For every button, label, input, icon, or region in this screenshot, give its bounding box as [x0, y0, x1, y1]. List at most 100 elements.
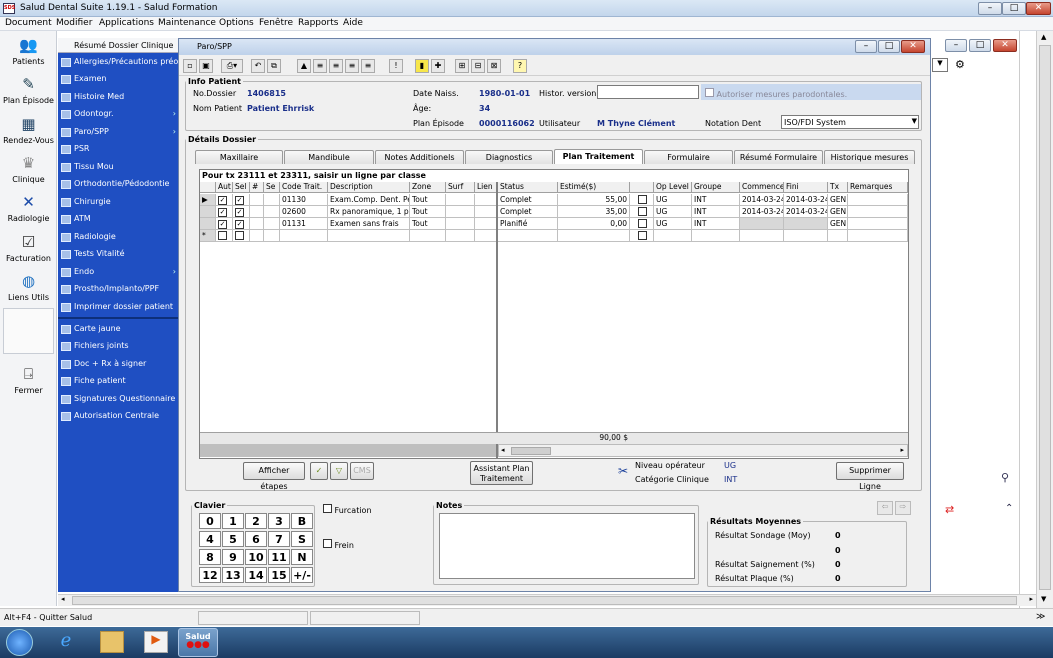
tx-cell[interactable]: GEN — [828, 218, 848, 230]
row-marker[interactable]: * — [200, 230, 216, 242]
keypad-key[interactable]: S — [291, 531, 313, 547]
nav-tests-vitalite[interactable]: Tests Vitalité — [58, 246, 178, 263]
keypad-key[interactable]: 1 — [222, 513, 244, 529]
keypad-key[interactable]: 8 — [199, 549, 221, 565]
nav-paro-spp[interactable]: Paro/SPP › — [58, 124, 178, 141]
menu-aide[interactable]: Aide — [343, 18, 363, 28]
menu-document[interactable]: Document — [5, 18, 52, 28]
search-icon[interactable]: ⚲ — [1001, 471, 1009, 484]
copy-icon[interactable]: ⧉ — [267, 59, 281, 73]
print-icon[interactable]: ⎙▾ — [221, 59, 243, 73]
op-level-cell[interactable]: UG — [654, 206, 692, 218]
zone-cell[interactable]: Tout — [410, 218, 446, 230]
nav-orthodontie[interactable]: Orthodontie/Pédodontie — [58, 176, 178, 193]
filter-button[interactable]: ▽ — [330, 462, 348, 480]
keypad-key[interactable]: 15 — [268, 567, 290, 583]
afficher-etapes-button[interactable]: Afficher étapes — [243, 462, 305, 491]
keypad-key[interactable]: 3 — [268, 513, 290, 529]
status-cell[interactable] — [498, 230, 558, 242]
remarques-cell[interactable] — [848, 194, 908, 206]
right-scrollbar[interactable]: ◂ ▸ — [498, 444, 908, 457]
flag-checkbox[interactable] — [630, 218, 654, 230]
tab-maxillaire[interactable]: Maxillaire — [195, 150, 283, 164]
code-cell[interactable]: 01131 — [280, 218, 328, 230]
status-cell[interactable]: Complet — [498, 194, 558, 206]
surf-cell[interactable] — [446, 194, 475, 206]
launcher-facturation[interactable]: ☑ Facturation — [0, 232, 57, 263]
supprimer-ligne-button[interactable]: Supprimer Ligne — [836, 462, 904, 491]
op-level-cell[interactable] — [654, 230, 692, 242]
zone-cell[interactable]: Tout — [410, 206, 446, 218]
keypad-key[interactable]: 4 — [199, 531, 221, 547]
taskbar-salud-button[interactable]: Salud ●●● — [178, 628, 218, 657]
nav-prostho[interactable]: Prostho/Implanto/PPF — [58, 281, 178, 298]
tx-cell[interactable] — [828, 230, 848, 242]
bg-tool-icon[interactable]: ⚙ — [955, 58, 965, 71]
groupe-cell[interactable]: INT — [692, 218, 740, 230]
notes-textarea[interactable] — [439, 513, 695, 579]
aut-checkbox[interactable]: ✓ — [216, 194, 233, 206]
lien-cell[interactable] — [475, 218, 497, 230]
nav-atm[interactable]: ATM — [58, 211, 178, 228]
description-cell[interactable]: Exam.Comp. Dent. Per — [328, 194, 410, 206]
estime-cell[interactable] — [558, 230, 630, 242]
tool-icon-3[interactable]: ≡ — [329, 59, 343, 73]
hscroll-thumb[interactable] — [72, 596, 1017, 605]
tx-cell[interactable]: GEN — [828, 194, 848, 206]
status-cell[interactable]: Complet — [498, 206, 558, 218]
lien-cell[interactable] — [475, 230, 497, 242]
flag-checkbox[interactable] — [630, 206, 654, 218]
nav-fiche-patient[interactable]: Fiche patient — [58, 373, 178, 390]
fini-cell[interactable] — [784, 218, 828, 230]
nav-chirurgie[interactable]: Chirurgie — [58, 194, 178, 211]
scroll-right-icon[interactable]: ▸ — [900, 446, 904, 454]
tx-cell[interactable]: GEN — [828, 206, 848, 218]
keypad-key[interactable]: N — [291, 549, 313, 565]
cms-button[interactable]: CMS — [350, 462, 374, 480]
keypad-key[interactable]: B — [291, 513, 313, 529]
maximize-button[interactable]: □ — [1002, 2, 1026, 15]
keypad-key[interactable]: +/- — [291, 567, 313, 583]
nav-autorisation[interactable]: Autorisation Centrale — [58, 408, 178, 425]
tool-icon-6[interactable]: ! — [389, 59, 403, 73]
main-horizontal-scrollbar[interactable]: ◂ ▸ — [58, 594, 1036, 606]
aut-checkbox[interactable]: ✓ — [216, 218, 233, 230]
surf-cell[interactable] — [446, 230, 475, 242]
keypad-key[interactable]: 13 — [222, 567, 244, 583]
nav-endo[interactable]: Endo › — [58, 264, 178, 281]
scroll-up-icon[interactable]: ▲ — [1041, 33, 1046, 41]
bg-dropdown[interactable]: ▼ — [932, 58, 948, 72]
flag-checkbox[interactable] — [630, 194, 654, 206]
bg-close-button[interactable]: ✕ — [993, 39, 1017, 52]
minimize-button[interactable]: – — [978, 2, 1002, 15]
code-cell[interactable] — [280, 230, 328, 242]
nav-tissu-mou[interactable]: Tissu Mou — [58, 159, 178, 176]
keypad-key[interactable]: 10 — [245, 549, 267, 565]
launcher-patients[interactable]: 👥 Patients — [0, 35, 57, 66]
menu-rapports[interactable]: Rapports — [298, 18, 338, 28]
description-cell[interactable]: Examen sans frais — [328, 218, 410, 230]
nav-psr[interactable]: PSR — [58, 141, 178, 158]
menu-modifier[interactable]: Modifier — [56, 18, 92, 28]
window-close-button[interactable]: ✕ — [901, 40, 925, 53]
new-icon[interactable]: ▫ — [183, 59, 197, 73]
code-cell[interactable]: 01130 — [280, 194, 328, 206]
sel-checkbox[interactable] — [233, 230, 250, 242]
bg-minimize-button[interactable]: – — [945, 39, 967, 52]
surf-cell[interactable] — [446, 218, 475, 230]
estime-cell[interactable]: 55,00 — [558, 194, 630, 206]
aut-checkbox[interactable] — [216, 230, 233, 242]
nav-next-icon[interactable]: ⇨ — [895, 501, 911, 515]
grid-icon-1[interactable]: ⊞ — [455, 59, 469, 73]
nav-imprimer[interactable]: Imprimer dossier patient — [58, 299, 178, 316]
status-cell[interactable]: Planifié — [498, 218, 558, 230]
estime-cell[interactable]: 35,00 — [558, 206, 630, 218]
tool-icon-5[interactable]: ≡ — [361, 59, 375, 73]
nav-doc-rx[interactable]: Doc + Rx à signer — [58, 356, 178, 373]
save-icon[interactable]: ▣ — [199, 59, 213, 73]
tab-plan-traitement[interactable]: Plan Traitement — [554, 149, 643, 164]
refresh-icon[interactable]: ⇄ — [945, 503, 954, 516]
grid-icon-2[interactable]: ⊟ — [471, 59, 485, 73]
keypad-key[interactable]: 5 — [222, 531, 244, 547]
tool-icon-4[interactable]: ≡ — [345, 59, 359, 73]
